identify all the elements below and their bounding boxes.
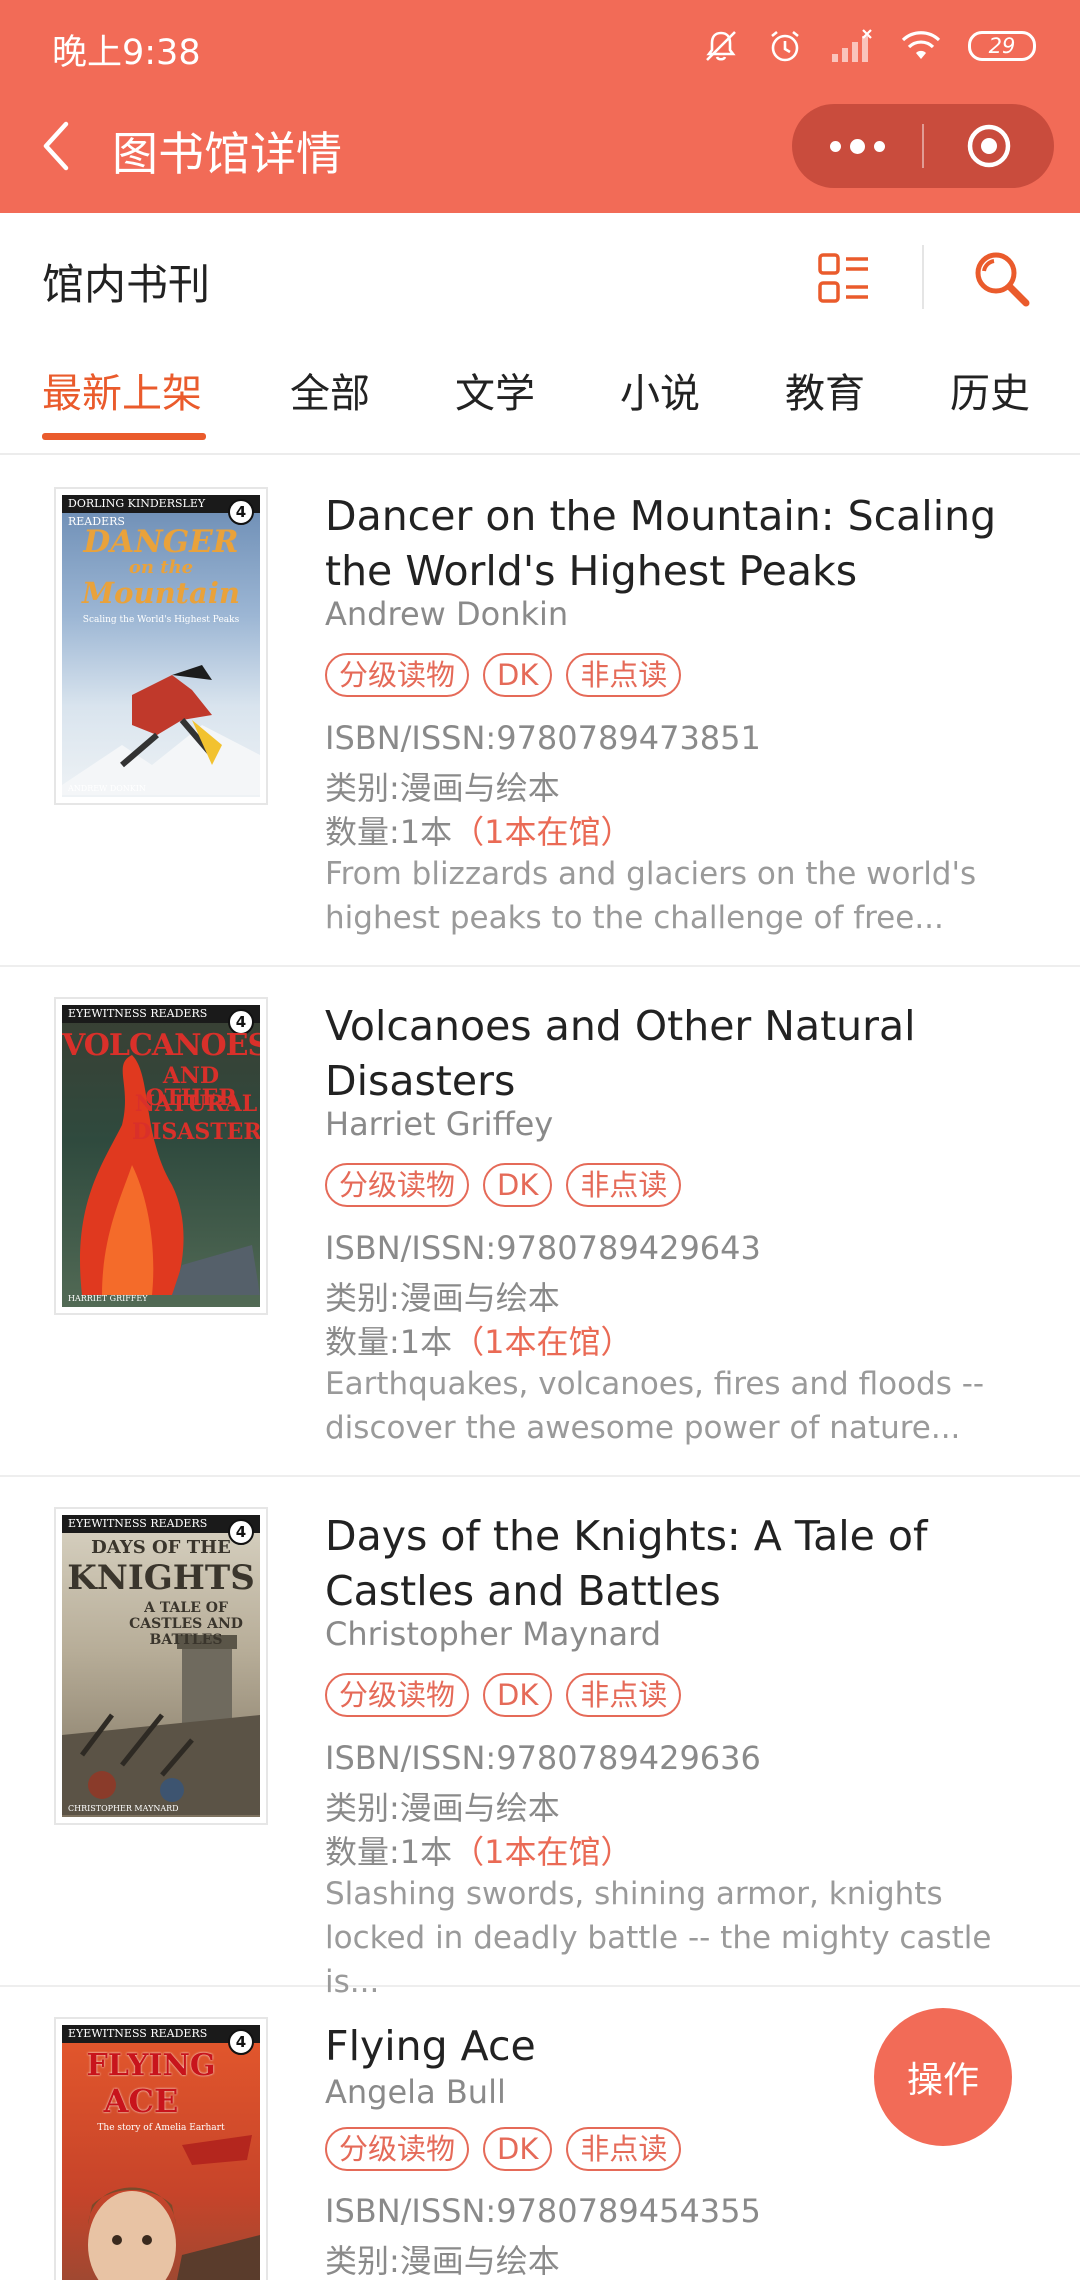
grid-list-icon[interactable]	[816, 251, 872, 311]
tab-history[interactable]: 历史	[950, 361, 1030, 419]
more-dots-icon	[829, 140, 841, 152]
signal-icon	[830, 28, 874, 64]
back-button[interactable]	[30, 116, 80, 176]
action-button[interactable]: 操作	[874, 2008, 1012, 2146]
book-author: Andrew Donkin	[325, 595, 569, 633]
tag-graded-reader: 分级读物	[325, 1673, 470, 1717]
book-author: Angela Bull	[325, 2073, 506, 2111]
more-button[interactable]	[792, 104, 922, 188]
home-target-icon	[967, 124, 1011, 168]
book-description: From blizzards and glaciers on the world…	[325, 856, 977, 936]
tag-dk: DK	[483, 1673, 553, 1717]
book-cover: EYEWITNESS READERS 4 FLYING ACE The stor…	[54, 2017, 268, 2280]
section-title: 馆内书刊	[42, 260, 211, 309]
book-availability: （1本在馆）	[452, 813, 633, 851]
book-category: 类别:漫画与绘本	[325, 769, 560, 807]
tag-graded-reader: 分级读物	[325, 2127, 470, 2171]
book-category: 类别:漫画与绘本	[325, 2242, 560, 2280]
tab-all[interactable]: 全部	[290, 361, 370, 419]
book-tags: 分级读物 DK 非点读	[325, 1163, 682, 1207]
app-header: 晚上9:38 29 图书馆详情	[0, 0, 1080, 213]
tag-graded-reader: 分级读物	[325, 1163, 470, 1207]
book-isbn: ISBN/ISSN:9780789429643	[325, 1229, 761, 1267]
tab-literature[interactable]: 文学	[455, 361, 535, 419]
book-cover: DORLING KINDERSLEY READERS 4 DANGER on t…	[54, 487, 268, 805]
book-item[interactable]: EYEWITNESS READERS 4 DAYS OF THE KNIGHTS…	[0, 1477, 1080, 2000]
book-isbn: ISBN/ISSN:9780789429636	[325, 1739, 761, 1777]
tag-non-audio: 非点读	[566, 1673, 682, 1717]
book-tags: 分级读物 DK 非点读	[325, 653, 682, 697]
tab-newest[interactable]: 最新上架	[42, 361, 202, 419]
tag-non-audio: 非点读	[566, 1163, 682, 1207]
book-title: Days of the Knights: A Tale of Castles a…	[325, 1512, 928, 1615]
book-isbn: ISBN/ISSN:9780789473851	[325, 719, 761, 757]
tab-novel[interactable]: 小说	[620, 361, 700, 419]
book-quantity: 数量:1本（1本在馆）	[325, 1323, 633, 1361]
status-time: 晚上9:38	[52, 33, 201, 73]
book-tags: 分级读物 DK 非点读	[325, 2127, 682, 2171]
search-icon[interactable]	[970, 247, 1032, 313]
mini-program-capsule	[792, 104, 1054, 188]
book-author: Christopher Maynard	[325, 1615, 662, 1653]
book-description: Slashing swords, shining armor, knights …	[325, 1876, 992, 2000]
close-mini-program-button[interactable]	[924, 104, 1054, 188]
book-cover: EYEWITNESS READERS 4 DAYS OF THE KNIGHTS…	[54, 1507, 268, 1825]
book-isbn: ISBN/ISSN:9780789454355	[325, 2192, 761, 2230]
active-tab-indicator	[42, 433, 206, 440]
tag-dk: DK	[483, 653, 553, 697]
wifi-icon	[900, 29, 942, 63]
back-arrow-icon	[43, 121, 69, 171]
mute-icon	[702, 27, 740, 65]
book-cover: EYEWITNESS READERS 4 VOLCANOES AND OTHER…	[54, 997, 268, 1315]
book-category: 类别:漫画与绘本	[325, 1789, 560, 1827]
tag-dk: DK	[483, 2127, 553, 2171]
page-title: 图书馆详情	[112, 127, 342, 181]
book-title: Volcanoes and Other Natural Disasters	[325, 1002, 916, 1105]
status-icons: 29	[702, 24, 1036, 68]
book-quantity: 数量:1本（1本在馆）	[325, 1833, 633, 1871]
tag-graded-reader: 分级读物	[325, 653, 470, 697]
tag-non-audio: 非点读	[566, 653, 682, 697]
book-item[interactable]: DORLING KINDERSLEY READERS 4 DANGER on t…	[0, 457, 1080, 967]
book-title: Dancer on the Mountain: Scaling the Worl…	[325, 492, 997, 595]
book-description: Earthquakes, volcanoes, fires and floods…	[325, 1366, 985, 1446]
battery-icon: 29	[968, 31, 1036, 61]
header-divider	[922, 245, 924, 309]
alarm-icon	[766, 27, 804, 65]
book-availability: （1本在馆）	[452, 1833, 633, 1871]
section-header: 馆内书刊	[0, 213, 1080, 343]
book-availability: （1本在馆）	[452, 1323, 633, 1361]
tab-education[interactable]: 教育	[785, 361, 865, 419]
book-item[interactable]: EYEWITNESS READERS 4 VOLCANOES AND OTHER…	[0, 967, 1080, 1477]
book-tags: 分级读物 DK 非点读	[325, 1673, 682, 1717]
tag-non-audio: 非点读	[566, 2127, 682, 2171]
book-category: 类别:漫画与绘本	[325, 1279, 560, 1317]
book-quantity: 数量:1本（1本在馆）	[325, 813, 633, 851]
book-author: Harriet Griffey	[325, 1105, 554, 1143]
tag-dk: DK	[483, 1163, 553, 1207]
category-tabs: 最新上架 全部 文学 小说 教育 历史	[0, 343, 1080, 455]
